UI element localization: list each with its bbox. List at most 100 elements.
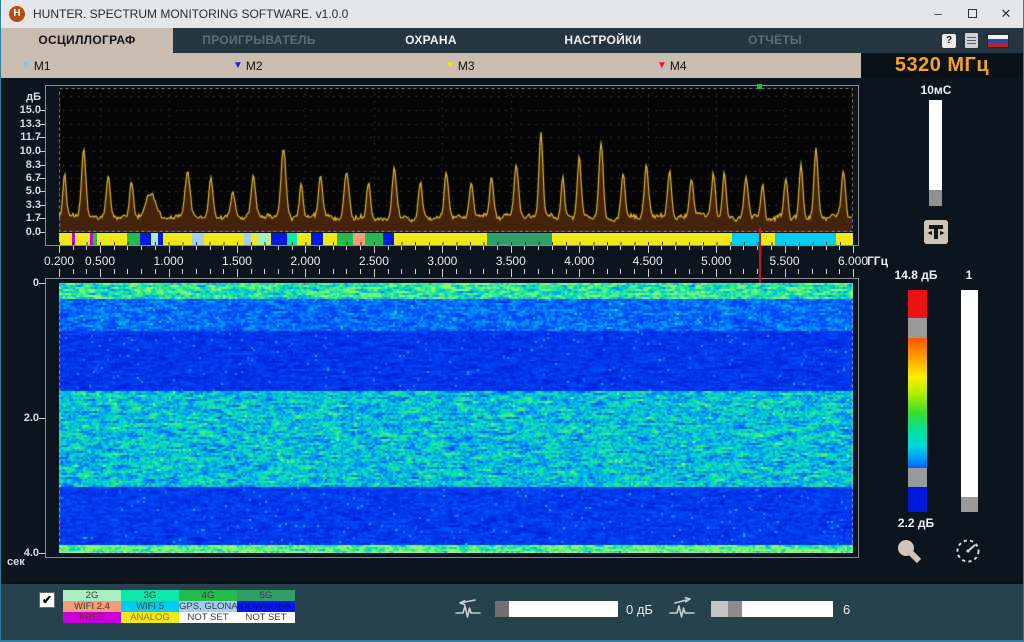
maximize-button[interactable] (955, 0, 989, 28)
freq-tick (620, 246, 621, 250)
gain-icon (667, 594, 697, 620)
time-scale-slider-handle[interactable] (929, 190, 942, 206)
marker-m3[interactable]: ▼M3 (445, 53, 475, 78)
band-segment-analog (836, 233, 853, 245)
freq-tick-label: 5.500 (763, 254, 807, 268)
freq-tick-lower (552, 269, 553, 274)
freq-tick (853, 246, 854, 253)
attenuation-value: 0 дБ (626, 602, 653, 617)
level-min-label: 2.2 дБ (881, 516, 951, 530)
span-adjust-icon[interactable] (924, 220, 948, 244)
freq-tick-lower (182, 269, 183, 274)
time-scale-slider[interactable] (929, 100, 942, 206)
color-scale-max-handle[interactable] (908, 318, 927, 338)
freq-tick (593, 246, 594, 250)
marker-bar: ▼M1▼M2▼M3▼M4 5320 МГц (1, 53, 1023, 78)
db-tick (39, 110, 45, 111)
tab-reports[interactable]: ОТЧЁТЫ (689, 28, 861, 53)
freq-tick (251, 246, 252, 250)
freq-tick-lower (675, 269, 676, 274)
band-segment-downlink (140, 233, 152, 245)
freq-tick-lower (442, 269, 443, 277)
freq-tick-lower (826, 269, 827, 274)
db-tick-label: 1.7 (11, 212, 41, 224)
band-segment-analog (552, 233, 732, 245)
attenuation-slider[interactable] (495, 601, 618, 617)
freq-tick (483, 246, 484, 250)
tab-oscillograph[interactable]: ОСЦИЛЛОГРАФ (1, 28, 173, 53)
freq-tick-lower (579, 269, 580, 277)
zoom-magnifier-icon[interactable] (894, 536, 924, 566)
color-scale-slider[interactable] (908, 290, 927, 512)
minimize-button[interactable]: – (921, 0, 955, 28)
legend-cell-free: FREE (63, 612, 121, 623)
freq-tick (237, 246, 238, 253)
freq-tick (716, 246, 717, 253)
freq-tick-label: 1.500 (215, 254, 259, 268)
frequency-band-strip[interactable] (59, 233, 853, 245)
legend-cell-wifi-5: WIFI 5 (121, 601, 179, 612)
freq-tick-lower (620, 269, 621, 274)
freq-tick-lower (100, 269, 101, 277)
freq-tick-label: 0.500 (78, 254, 122, 268)
close-button[interactable]: ✕ (989, 0, 1023, 28)
persistence-slider-handle[interactable] (961, 497, 978, 512)
freq-tick-lower (702, 269, 703, 274)
gain-slider[interactable] (711, 601, 833, 617)
freq-tick-label: 2.000 (283, 254, 327, 268)
freq-tick-lower (497, 269, 498, 274)
language-flag-icon[interactable] (987, 34, 1009, 48)
persistence-slider[interactable] (961, 290, 978, 512)
freq-tick-lower (470, 269, 471, 274)
gain-slider-handle[interactable] (728, 601, 742, 617)
color-scale-min-handle[interactable] (908, 468, 927, 487)
freq-tick (127, 246, 128, 250)
frequency-cursor[interactable] (759, 228, 761, 283)
freq-tick (100, 246, 101, 253)
db-axis-unit: дБ (11, 91, 41, 103)
freq-tick-lower (114, 269, 115, 274)
marker-strip: ▼M1 ▼M2 ▼M3 ▼M4 (1, 53, 861, 78)
db-tick (39, 178, 45, 179)
marker-m4[interactable]: ▼M4 (657, 53, 687, 78)
freq-tick-lower (798, 269, 799, 274)
band-segment-gps (192, 233, 204, 245)
legend-cell-5g: 5G (237, 590, 295, 601)
freq-tick-lower (155, 269, 156, 274)
tab-settings[interactable]: НАСТРОЙКИ (517, 28, 689, 53)
band-segment-analog (251, 233, 258, 245)
marker-triangle-icon: ▼ (21, 53, 31, 78)
freq-tick (607, 246, 608, 250)
freq-tick-lower (223, 269, 224, 274)
main-content: дБ 15.013.311.710.08.36.75.03.31.70.00.2… (1, 78, 1023, 582)
band-segment-analog (323, 233, 337, 245)
db-tick (39, 151, 45, 152)
tab-player[interactable]: ПРОИГРЫВАТЕЛЬ (173, 28, 345, 53)
report-document-icon[interactable] (965, 33, 978, 48)
marker-m2[interactable]: ▼M2 (233, 53, 263, 78)
time-tick-label: 0 (9, 277, 39, 289)
freq-tick (305, 246, 306, 253)
help-icon[interactable]: ? (942, 34, 956, 48)
freq-tick (798, 246, 799, 250)
freq-tick (812, 246, 813, 250)
gauge-icon[interactable] (953, 536, 983, 566)
freq-tick (59, 246, 60, 253)
waterfall-plot[interactable] (59, 283, 853, 553)
freq-tick-label: 2.500 (352, 254, 396, 268)
monitoring-checkbox[interactable]: ✔ (39, 592, 55, 608)
freq-tick-lower (127, 269, 128, 274)
db-tick (39, 165, 45, 166)
db-tick-label: 8.3 (11, 159, 41, 171)
freq-tick-lower (853, 269, 854, 277)
freq-tick-lower (511, 269, 512, 277)
attenuation-slider-handle[interactable] (495, 601, 509, 617)
marker-m1[interactable]: ▼M1 (21, 53, 51, 78)
spectrum-plot[interactable] (59, 88, 853, 232)
band-segment-analog (204, 233, 244, 245)
freq-tick (826, 246, 827, 250)
tab-security[interactable]: ОХРАНА (345, 28, 517, 53)
freq-tick (566, 246, 567, 250)
db-tick-label: 0.0 (11, 226, 41, 238)
freq-tick-lower (319, 269, 320, 274)
